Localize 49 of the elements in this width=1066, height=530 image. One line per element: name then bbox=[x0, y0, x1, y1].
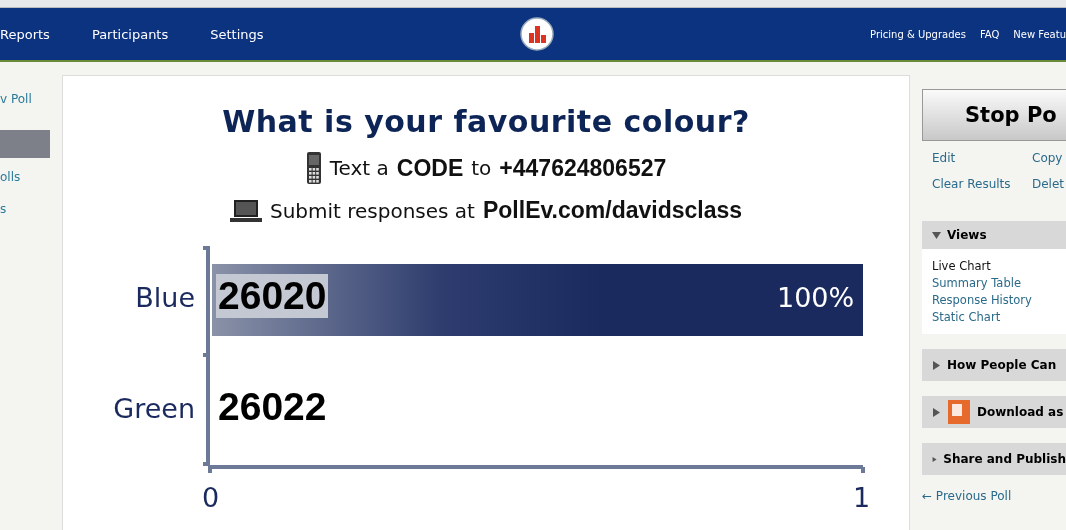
sidebar-item[interactable]: s bbox=[0, 202, 62, 218]
views-header[interactable]: Views bbox=[922, 221, 1066, 249]
value-label: 100% bbox=[777, 282, 855, 313]
sidebar-item[interactable]: olls bbox=[0, 170, 62, 186]
action-link[interactable]: Clear Results bbox=[932, 177, 1032, 191]
sidebar-item[interactable]: v Poll bbox=[0, 92, 62, 108]
laptop-icon bbox=[229, 198, 262, 223]
phone-icon bbox=[305, 151, 322, 185]
nav-link[interactable]: FAQ bbox=[979, 28, 1000, 40]
nav-link[interactable]: New Featu bbox=[1013, 28, 1066, 40]
action-link[interactable]: Edit bbox=[932, 151, 1032, 165]
poll-title: What is your favourite colour? bbox=[222, 104, 750, 139]
instruction-text: Text a bbox=[329, 156, 389, 180]
caret-right-icon bbox=[932, 407, 941, 417]
nav-link[interactable]: Reports bbox=[0, 26, 50, 42]
tick-label: 1 bbox=[853, 482, 871, 513]
collapsed-section[interactable]: Download as bbox=[922, 396, 1066, 428]
poll-url: PollEv.com/davidsclass bbox=[482, 197, 743, 224]
action-link[interactable]: Copy bbox=[1032, 151, 1066, 165]
category-label: Green bbox=[113, 393, 195, 424]
previous-poll-link[interactable]: ← Previous Poll bbox=[922, 489, 1066, 503]
caret-down-icon bbox=[932, 230, 941, 240]
logo-icon[interactable] bbox=[520, 17, 554, 51]
phone-number: +447624806527 bbox=[499, 154, 667, 182]
category-label: Blue bbox=[135, 282, 195, 313]
panel-title: Download as bbox=[977, 405, 1064, 419]
panel-title: How People Can bbox=[947, 358, 1057, 372]
instruction-text: Submit responses at bbox=[269, 198, 475, 223]
panel-title: Share and Publish bbox=[943, 452, 1066, 466]
action-link[interactable]: Delet bbox=[1032, 177, 1066, 191]
view-link[interactable]: Static Chart bbox=[932, 310, 1056, 324]
caret-right-icon bbox=[932, 454, 938, 464]
collapsed-section[interactable]: How People Can bbox=[922, 349, 1066, 381]
instruction-text: to bbox=[471, 156, 492, 180]
powerpoint-icon bbox=[947, 399, 971, 425]
tick-label: 0 bbox=[202, 482, 220, 513]
nav-link[interactable]: Participants bbox=[91, 26, 169, 42]
view-link[interactable]: Live Chart bbox=[932, 259, 1056, 273]
response-code: 26022 bbox=[217, 385, 328, 429]
view-link[interactable]: Summary Table bbox=[932, 276, 1056, 290]
stop-poll-button[interactable]: Stop Po bbox=[922, 89, 1066, 141]
nav-link[interactable]: Pricing & Upgrades bbox=[870, 28, 966, 40]
collapsed-section[interactable]: Share and Publish bbox=[922, 443, 1066, 475]
caret-right-icon bbox=[932, 360, 941, 370]
panel-title: Views bbox=[947, 228, 987, 242]
code-word: CODE bbox=[396, 154, 464, 182]
nav-link[interactable]: Settings bbox=[210, 26, 264, 42]
response-code: 26020 bbox=[216, 274, 329, 318]
view-link[interactable]: Response History bbox=[932, 293, 1056, 307]
